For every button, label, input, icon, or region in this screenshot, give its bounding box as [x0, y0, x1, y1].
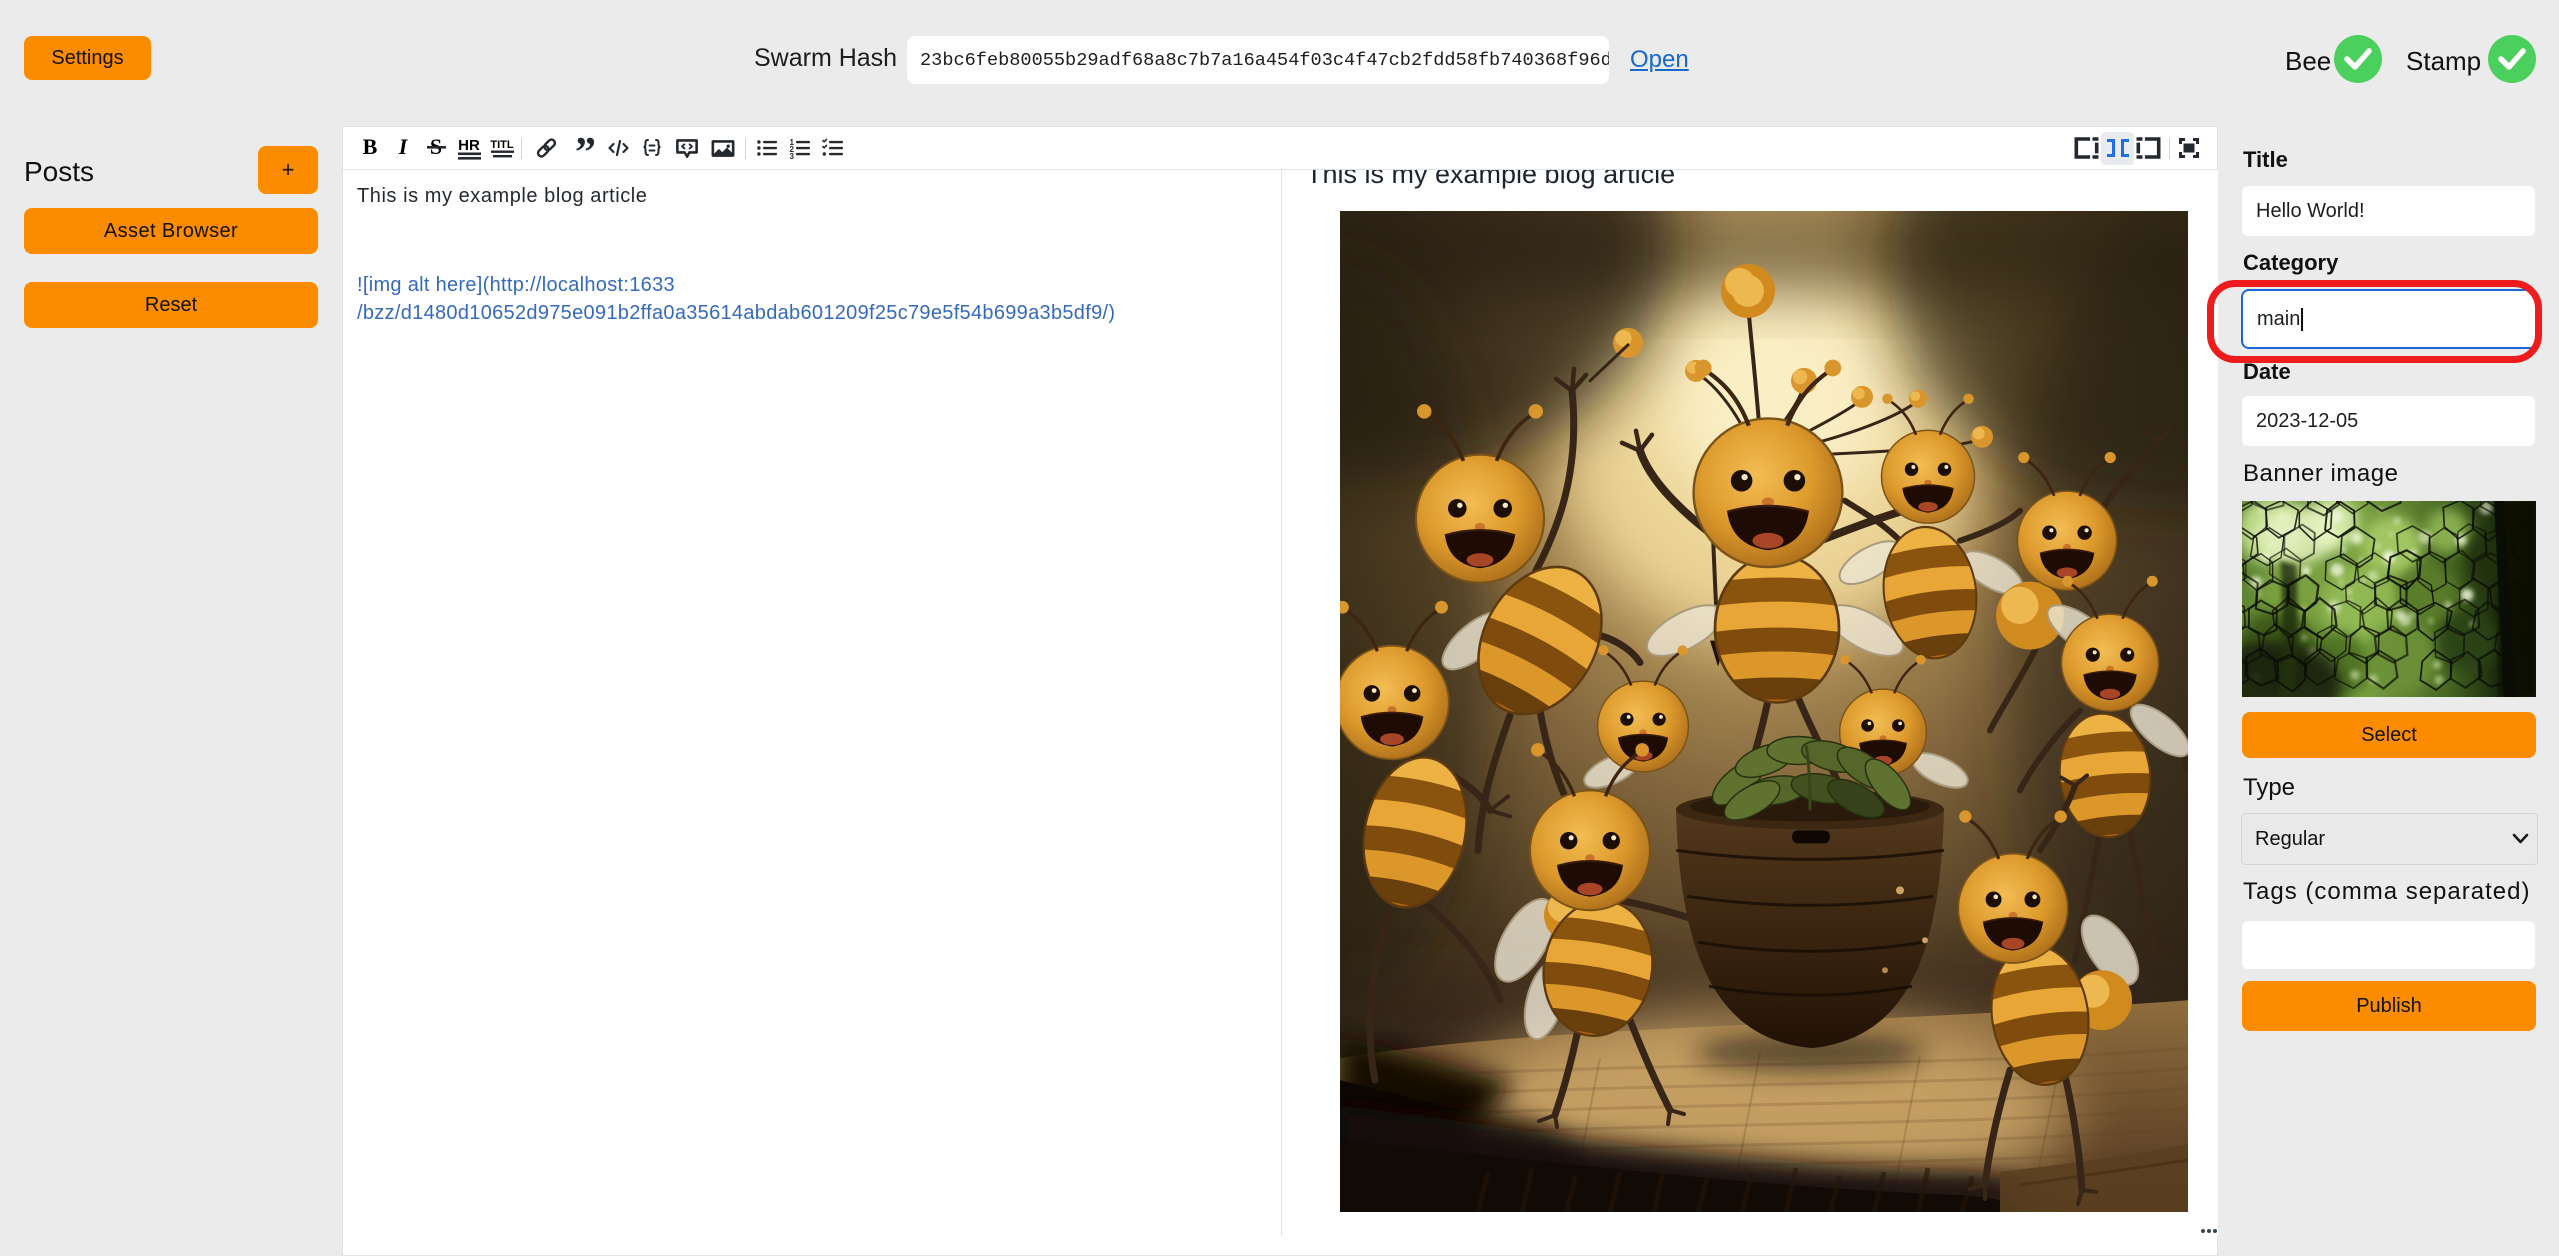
svg-text:I: I — [398, 136, 409, 159]
svg-text:HR: HR — [458, 137, 480, 154]
svg-text:3: 3 — [790, 152, 795, 160]
svg-text:”: ” — [575, 136, 596, 160]
svg-text:TITL: TITL — [490, 139, 513, 151]
svg-text:B: B — [363, 136, 378, 159]
